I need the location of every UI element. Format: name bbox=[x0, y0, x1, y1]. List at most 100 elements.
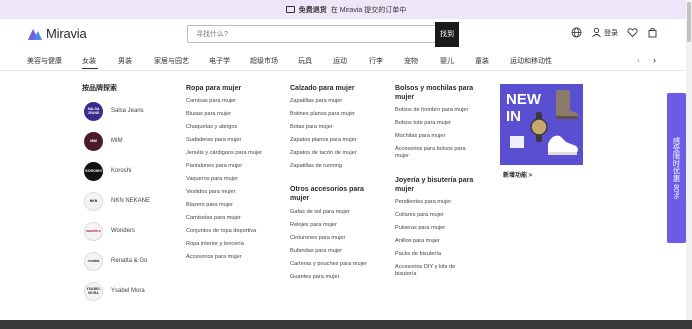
ropa-link[interactable]: Vestidos para mujer bbox=[186, 189, 235, 195]
chevron-left-icon[interactable]: ‹ bbox=[637, 55, 640, 65]
bag-icon[interactable] bbox=[647, 27, 658, 38]
ropa-link[interactable]: Chaquetas y abrigos bbox=[186, 124, 237, 130]
search-button[interactable]: 找到 bbox=[435, 22, 459, 47]
brand-name: Wonders bbox=[111, 228, 135, 234]
footer-strip bbox=[0, 320, 692, 329]
nav-item-men[interactable]: 男装 bbox=[118, 56, 132, 66]
nav-item-sports[interactable]: 运动 bbox=[333, 56, 347, 66]
brand-item[interactable]: wonders Wonders bbox=[84, 221, 135, 241]
new-in-illustration: NEW IN bbox=[500, 84, 583, 165]
brand-logo: KOROSHI bbox=[84, 161, 103, 181]
bolsos-link[interactable]: Accesorios para bolsos para mujer bbox=[395, 146, 475, 160]
globe-icon[interactable] bbox=[571, 27, 582, 38]
brand-item[interactable]: KOROSHI Koroshi bbox=[84, 161, 131, 181]
ropa-link[interactable]: Blazers para mujer bbox=[186, 202, 233, 208]
new-in-promo-card[interactable]: NEW IN bbox=[500, 84, 583, 165]
nav-item-mobility[interactable]: 运动和移动性 bbox=[510, 56, 552, 66]
calzado-link[interactable]: Zapatillas de running bbox=[290, 163, 342, 169]
otros-link[interactable]: Cinturones para mujer bbox=[290, 235, 345, 241]
otros-link[interactable]: Relojes para mujer bbox=[290, 222, 337, 228]
header: Miravia 找到 登录 bbox=[0, 19, 692, 49]
joyeria-link[interactable]: Pendientes para mujer bbox=[395, 199, 451, 205]
nav-item-luggage[interactable]: 行李 bbox=[369, 56, 383, 66]
nav-item-beauty[interactable]: 美容与健康 bbox=[27, 56, 62, 66]
calzado-link[interactable]: Zapatillas para mujer bbox=[290, 98, 342, 104]
joyeria-link[interactable]: Anillos para mujer bbox=[395, 238, 440, 244]
brand-name: MIM bbox=[111, 138, 123, 144]
calzado-link[interactable]: Zapatos planos para mujer bbox=[290, 137, 357, 143]
brands-title: 按品牌探索 bbox=[82, 85, 117, 92]
joyeria-link[interactable]: Collares para mujer bbox=[395, 212, 444, 218]
category-nav: 美容与健康 女装 男装 家居与园艺 电子学 超级市场 玩具 运动 行李 宠物 婴… bbox=[0, 53, 692, 69]
brand-logo: MIM bbox=[84, 131, 103, 151]
bolsos-link[interactable]: Bolsos de hombro para mujer bbox=[395, 107, 468, 113]
joyeria-link[interactable]: Accesorios DIY y kits de bisutería bbox=[395, 264, 475, 278]
ropa-link[interactable]: Jerséis y cárdigans para mujer bbox=[186, 150, 262, 156]
chevron-right-icon[interactable]: › bbox=[653, 55, 656, 65]
page-scrollbar[interactable] bbox=[686, 0, 692, 329]
brand-item[interactable]: NKN NKN NEKANE bbox=[84, 191, 150, 211]
ropa-link[interactable]: Ropa interior y lencería bbox=[186, 241, 244, 247]
nav-item-baby[interactable]: 婴儿 bbox=[440, 56, 454, 66]
ropa-title[interactable]: Ropa para mujer bbox=[186, 84, 241, 93]
brand-logo: wonders bbox=[84, 221, 103, 241]
new-features-link[interactable]: 新增功能 > bbox=[503, 170, 532, 179]
ropa-link[interactable]: Sudaderas para mujer bbox=[186, 137, 241, 143]
ropa-link[interactable]: Pantalones para mujer bbox=[186, 163, 242, 169]
bolsos-link[interactable]: Mochilas para mujer bbox=[395, 133, 445, 139]
ropa-link[interactable]: Accesorios para mujer bbox=[186, 254, 242, 260]
brand-item[interactable]: renatta Renatta & Go bbox=[84, 251, 147, 271]
calzado-link[interactable]: Botas para mujer bbox=[290, 124, 333, 130]
new-in-badge-line2: IN bbox=[506, 108, 521, 125]
heart-icon[interactable] bbox=[627, 27, 638, 38]
brand-name: Renatta & Go bbox=[111, 258, 148, 264]
brand-item[interactable]: SALSA JEANS Salsa Jeans bbox=[84, 101, 144, 121]
search-input[interactable] bbox=[188, 26, 434, 42]
brand-name: Koroshi bbox=[111, 168, 132, 174]
ropa-link[interactable]: Vaqueros para mujer bbox=[186, 176, 238, 182]
miravia-logo[interactable]: Miravia bbox=[27, 26, 87, 41]
promo-highlight: 免费退货 bbox=[298, 6, 327, 14]
otros-title[interactable]: Otros accesorios para mujer bbox=[290, 185, 380, 203]
nav-item-toys[interactable]: 玩具 bbox=[298, 56, 312, 66]
nav-item-kids[interactable]: 童装 bbox=[475, 56, 489, 66]
ropa-link[interactable]: Conjuntos de ropa deportiva bbox=[186, 228, 256, 234]
otros-link[interactable]: Carteras y pouches para mujer bbox=[290, 261, 367, 267]
nav-item-pets[interactable]: 宠物 bbox=[404, 56, 418, 66]
otros-link[interactable]: Bufandas para mujer bbox=[290, 248, 342, 254]
side-promo-text: 感受限时优惠 80% bbox=[672, 136, 681, 200]
calzado-link[interactable]: Botines planos para mujer bbox=[290, 111, 355, 117]
nav-divider bbox=[0, 70, 692, 71]
brand-name: Salsa Jeans bbox=[111, 108, 144, 114]
brand-item[interactable]: YSABEL MORA Ysabel Mora bbox=[84, 281, 145, 301]
login-link[interactable]: 登录 bbox=[591, 27, 618, 38]
joyeria-title[interactable]: Joyería y bisutería para mujer bbox=[395, 176, 477, 194]
brand-logo: YSABEL MORA bbox=[84, 281, 103, 301]
scrollbar-thumb[interactable] bbox=[687, 2, 691, 42]
nav-item-home[interactable]: 家居与园艺 bbox=[154, 56, 189, 66]
brand-item[interactable]: MIM MIM bbox=[84, 131, 123, 151]
joyeria-link[interactable]: Packs de bisutería bbox=[395, 251, 441, 257]
calzado-title[interactable]: Calzado para mujer bbox=[290, 84, 355, 93]
return-box-icon bbox=[285, 6, 295, 13]
bolsos-title[interactable]: Bolsos y mochilas para mujer bbox=[395, 84, 477, 102]
otros-link[interactable]: Guantes para mujer bbox=[290, 274, 339, 280]
nav-item-supermarket[interactable]: 超级市场 bbox=[250, 56, 278, 66]
search-bar: 找到 bbox=[187, 22, 459, 47]
brand-logo: renatta bbox=[84, 251, 103, 271]
brand-logo: SALSA JEANS bbox=[84, 101, 103, 121]
active-nav-underline bbox=[82, 68, 98, 69]
joyeria-link[interactable]: Pulseras para mujer bbox=[395, 225, 445, 231]
miravia-logo-icon bbox=[28, 28, 42, 40]
ropa-link[interactable]: Blusas para mujer bbox=[186, 111, 231, 117]
ropa-link[interactable]: Camisas para mujer bbox=[186, 98, 236, 104]
side-promo-tab[interactable]: 感受限时优惠 80% bbox=[667, 93, 686, 243]
otros-link[interactable]: Gafas de sol para mujer bbox=[290, 209, 350, 215]
nav-item-electronics[interactable]: 电子学 bbox=[209, 56, 230, 66]
header-actions: 登录 bbox=[571, 27, 658, 38]
ropa-link[interactable]: Camisetas para mujer bbox=[186, 215, 241, 221]
bolsos-link[interactable]: Bolsos tote para mujer bbox=[395, 120, 451, 126]
new-in-badge-line1: NEW bbox=[506, 91, 542, 108]
calzado-link[interactable]: Zapatos de tacón de mujer bbox=[290, 150, 357, 156]
nav-item-women[interactable]: 女装 bbox=[82, 56, 96, 66]
